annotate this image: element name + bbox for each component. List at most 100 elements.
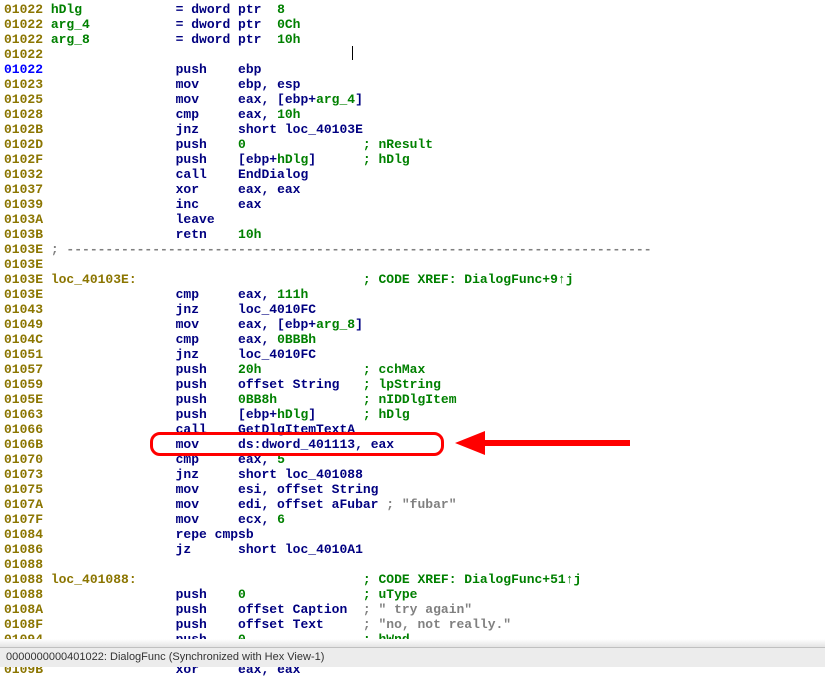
asm-token: esp <box>277 77 300 92</box>
asm-line[interactable]: 01088 loc_401088: ; CODE XREF: DialogFun… <box>4 572 821 587</box>
asm-line[interactable]: 0103E ; --------------------------------… <box>4 242 821 257</box>
asm-line[interactable]: 0105E push 0BB8h ; nIDDlgItem <box>4 392 821 407</box>
asm-token: , <box>261 287 277 302</box>
asm-token: aFubar <box>332 497 387 512</box>
address: 01022 <box>4 17 51 32</box>
asm-line[interactable]: 01088 push 0 ; uType <box>4 587 821 602</box>
address: 01022 <box>4 2 51 17</box>
asm-token: push offset <box>51 617 293 632</box>
asm-line[interactable]: 01028 cmp eax, 10h <box>4 107 821 122</box>
asm-token: jnz short <box>51 122 285 137</box>
asm-line[interactable]: 01022 arg_8 = dword ptr 10h <box>4 32 821 47</box>
asm-token: ds:dword_401113 <box>238 437 355 452</box>
asm-token: mov <box>51 512 238 527</box>
asm-line[interactable]: 01063 push [ebp+hDlg] ; hDlg <box>4 407 821 422</box>
address: 01022 <box>4 47 51 62</box>
asm-token: Caption <box>293 602 363 617</box>
asm-token: , <box>261 182 277 197</box>
asm-token: loc_4010A1 <box>285 542 363 557</box>
asm-token: hDlg <box>277 152 308 167</box>
asm-line[interactable]: 01051 jnz loc_4010FC <box>4 347 821 362</box>
asm-line[interactable]: 01022 arg_4 = dword ptr 0Ch <box>4 17 821 32</box>
asm-line[interactable]: 0103E cmp eax, 111h <box>4 287 821 302</box>
asm-line[interactable]: 0102F push [ebp+hDlg] ; hDlg <box>4 152 821 167</box>
asm-line[interactable]: 0103B retn 10h <box>4 227 821 242</box>
asm-token: 0BB8h <box>238 392 363 407</box>
asm-line[interactable]: 01022 push ebp <box>4 62 821 77</box>
asm-token: 20h <box>238 362 363 377</box>
asm-line[interactable]: 01023 mov ebp, esp <box>4 77 821 92</box>
asm-line[interactable]: 0107A mov edi, offset aFubar ; "fubar" <box>4 497 821 512</box>
asm-token: ; cchMax <box>363 362 425 377</box>
asm-line[interactable]: 0104C cmp eax, 0BBBh <box>4 332 821 347</box>
asm-line[interactable]: 0103E loc_40103E: ; CODE XREF: DialogFun… <box>4 272 821 287</box>
asm-token: mov <box>51 497 238 512</box>
asm-token: , <box>261 77 277 92</box>
asm-token: mov <box>51 482 238 497</box>
asm-line[interactable]: 01049 mov eax, [ebp+arg_8] <box>4 317 821 332</box>
asm-line[interactable]: 01084 repe cmpsb <box>4 527 821 542</box>
asm-token: 10h <box>277 107 300 122</box>
address: 0108F <box>4 617 51 632</box>
asm-line[interactable]: 0102D push 0 ; nResult <box>4 137 821 152</box>
asm-token: jnz short <box>51 467 285 482</box>
asm-line[interactable]: 01073 jnz short loc_401088 <box>4 467 821 482</box>
asm-line[interactable]: 0106B mov ds:dword_401113, eax <box>4 437 821 452</box>
asm-line[interactable]: 01037 xor eax, eax <box>4 182 821 197</box>
asm-line[interactable]: 01022 <box>4 47 821 62</box>
asm-line[interactable]: 01057 push 20h ; cchMax <box>4 362 821 377</box>
asm-line[interactable]: 0103E <box>4 257 821 272</box>
asm-line[interactable]: 01043 jnz loc_4010FC <box>4 302 821 317</box>
address: 01066 <box>4 422 51 437</box>
address: 0104C <box>4 332 51 347</box>
asm-line[interactable]: 01032 call EndDialog <box>4 167 821 182</box>
asm-token: call <box>51 422 238 437</box>
asm-line[interactable]: 01075 mov esi, offset String <box>4 482 821 497</box>
address: 0103B <box>4 227 51 242</box>
asm-token: ; nIDDlgItem <box>363 392 457 407</box>
asm-line[interactable]: 01025 mov eax, [ebp+arg_4] <box>4 92 821 107</box>
asm-token: 6 <box>277 512 285 527</box>
asm-line[interactable]: 01086 jz short loc_4010A1 <box>4 542 821 557</box>
disassembly-listing[interactable]: 01022 hDlg = dword ptr 801022 arg_4 = dw… <box>0 0 825 679</box>
asm-line[interactable]: 01059 push offset String ; lpString <box>4 377 821 392</box>
asm-line[interactable]: 01088 <box>4 557 821 572</box>
asm-token: jnz <box>51 347 238 362</box>
asm-token: edi <box>238 497 261 512</box>
asm-line[interactable]: 01066 call GetDlgItemTextA <box>4 422 821 437</box>
status-bar: 0000000000401022: DialogFunc (Synchroniz… <box>0 647 825 667</box>
address: 0103E <box>4 257 51 272</box>
asm-line[interactable]: 01022 hDlg = dword ptr 8 <box>4 2 821 17</box>
address: 0108A <box>4 602 51 617</box>
asm-line[interactable]: 0108A push offset Caption ; " try again" <box>4 602 821 617</box>
address: 01039 <box>4 197 51 212</box>
asm-token: eax <box>238 452 261 467</box>
asm-token: arg_4 <box>316 92 355 107</box>
asm-token: eax <box>371 437 394 452</box>
asm-token: = dword ptr <box>176 2 277 17</box>
asm-token: ; CODE XREF: DialogFunc+51↑j <box>363 572 581 587</box>
asm-token: mov <box>51 437 238 452</box>
asm-line[interactable]: 0108F push offset Text ; "no, not really… <box>4 617 821 632</box>
asm-token: = dword ptr <box>176 32 277 47</box>
asm-token: eax <box>238 317 261 332</box>
asm-token: + <box>269 407 277 422</box>
address: 0102D <box>4 137 51 152</box>
asm-line[interactable]: 01039 inc eax <box>4 197 821 212</box>
asm-line[interactable]: 0103A leave <box>4 212 821 227</box>
asm-token: ebp <box>246 152 269 167</box>
address: 0103A <box>4 212 51 227</box>
asm-token: ebp <box>238 62 261 77</box>
asm-token: esi <box>238 482 261 497</box>
asm-line[interactable]: 01070 cmp eax, 5 <box>4 452 821 467</box>
address: 0105E <box>4 392 51 407</box>
address: 01059 <box>4 377 51 392</box>
asm-token: ; lpString <box>363 377 441 392</box>
gradient-divider <box>0 639 825 647</box>
asm-token: push <box>51 137 238 152</box>
asm-token: ] <box>308 407 363 422</box>
asm-token: push offset <box>51 602 293 617</box>
asm-line[interactable]: 0102B jnz short loc_40103E <box>4 122 821 137</box>
asm-token: loc_401088 <box>285 467 363 482</box>
asm-line[interactable]: 0107F mov ecx, 6 <box>4 512 821 527</box>
